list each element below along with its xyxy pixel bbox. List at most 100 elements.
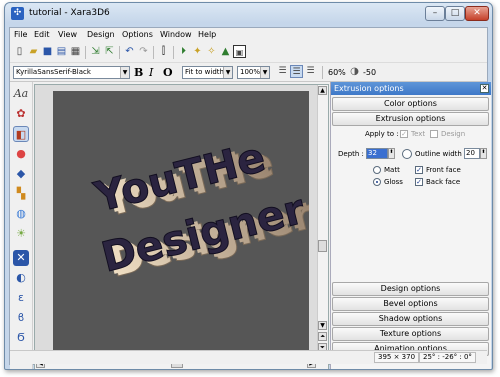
- fit-select[interactable]: Fit to width ▼: [182, 66, 233, 79]
- bevel-tool-icon[interactable]: ●: [13, 146, 29, 162]
- redo-icon[interactable]: ↷: [137, 45, 150, 58]
- bold-button[interactable]: B: [134, 66, 143, 79]
- import-icon[interactable]: ⇲: [89, 45, 102, 58]
- animation-tool-icon[interactable]: ◍: [13, 206, 29, 222]
- light-percent[interactable]: 60%: [328, 68, 346, 77]
- 3d-scene[interactable]: YouTHe YouTHe YouTHe Designer Designer D…: [53, 91, 319, 354]
- extrude-tool-icon[interactable]: ◧: [13, 126, 29, 142]
- toolbar-separator: [85, 46, 86, 59]
- light-direction-icon[interactable]: ◑: [348, 65, 361, 78]
- rotate-y-icon[interactable]: ◐: [13, 270, 29, 286]
- bevel-options-button[interactable]: Bevel options: [332, 297, 489, 311]
- color-palette-icon[interactable]: ✿: [13, 106, 29, 122]
- front-face-label: Front face: [426, 166, 461, 174]
- gloss-radio[interactable]: [373, 178, 381, 186]
- angle-value[interactable]: -50: [363, 68, 376, 77]
- color-options-button[interactable]: Color options: [332, 97, 489, 111]
- menu-window[interactable]: Window: [160, 30, 192, 39]
- toolbar-separator: [153, 46, 154, 59]
- zoom-select-value: 100%: [240, 68, 261, 76]
- maximize-button[interactable]: □: [445, 6, 465, 21]
- print-icon[interactable]: ▦: [69, 45, 82, 58]
- application-window: ✣ tutorial - Xara3D6 – □ ✕ File Edit Vie…: [4, 2, 493, 370]
- minimize-button[interactable]: –: [425, 6, 445, 21]
- format-toolbar: KyrillaSansSerif-Black ▼ B I O Fit to wi…: [10, 63, 487, 82]
- options-panel: Extrusion options ✕ Color options Extrus…: [330, 82, 491, 369]
- outline-width-input[interactable]: 20: [464, 148, 480, 159]
- canvas-size-readout: 395 × 370: [374, 352, 420, 363]
- chevron-down-icon: ▼: [260, 67, 269, 78]
- texture-tool-icon[interactable]: ▚: [13, 186, 29, 202]
- vertical-scrollbar[interactable]: ▲ ▼ ⏶ ⏷: [317, 85, 328, 369]
- menu-design[interactable]: Design: [87, 30, 115, 39]
- zoom-select[interactable]: 100% ▼: [237, 66, 270, 79]
- menu-edit[interactable]: Edit: [34, 30, 50, 39]
- rotate-x-icon[interactable]: ✕: [13, 250, 29, 266]
- export-icon[interactable]: ▤: [55, 45, 68, 58]
- magic-wand-icon[interactable]: ✧: [205, 45, 218, 58]
- shadow-tool-icon[interactable]: ◆: [13, 166, 29, 182]
- animate-icon[interactable]: ⏵: [177, 45, 190, 58]
- panel-title: Extrusion options: [334, 84, 404, 93]
- panel-header: Extrusion options ✕: [331, 82, 491, 95]
- outline-icon[interactable]: [402, 149, 412, 159]
- matt-radio[interactable]: [373, 166, 381, 174]
- outline-width-label: Outline width :: [415, 150, 467, 158]
- back-face-label: Back face: [426, 178, 461, 186]
- outline-spinner-icon[interactable]: ⬍: [480, 148, 487, 159]
- align-center-icon[interactable]: ☰: [290, 65, 303, 78]
- page-up-icon[interactable]: ⏶: [318, 332, 327, 341]
- design-options-button[interactable]: Design options: [332, 282, 489, 296]
- font-select[interactable]: KyrillaSansSerif-Black ▼: [13, 66, 130, 79]
- align-left-icon[interactable]: ☰: [276, 65, 289, 78]
- italic-button[interactable]: I: [149, 66, 153, 79]
- close-button[interactable]: ✕: [465, 6, 489, 21]
- gloss-label: Gloss: [384, 178, 403, 186]
- align-icon[interactable]: ⫿: [157, 45, 170, 58]
- menu-options[interactable]: Options: [122, 30, 153, 39]
- menu-help[interactable]: Help: [198, 30, 216, 39]
- extrusion-options-button[interactable]: Extrusion options: [332, 112, 489, 126]
- menu-view[interactable]: View: [58, 30, 77, 39]
- depth-input[interactable]: 32: [366, 148, 388, 159]
- texture-options-button[interactable]: Texture options: [332, 327, 489, 341]
- open-folder-icon[interactable]: ▰: [27, 45, 40, 58]
- lights-tool-icon[interactable]: ☀: [13, 226, 29, 242]
- frame-icon[interactable]: ▣: [233, 45, 246, 58]
- undo-icon[interactable]: ↶: [123, 45, 136, 58]
- scroll-down-icon[interactable]: ▼: [318, 321, 327, 330]
- app-icon: ✣: [11, 7, 24, 20]
- fit-select-value: Fit to width: [185, 68, 224, 76]
- menu-bar: File Edit View Design Options Window Hel…: [10, 28, 487, 42]
- canvas-area: YouTHe YouTHe YouTHe Designer Designer D…: [34, 84, 329, 369]
- toolbar-separator: [173, 46, 174, 59]
- window-title: tutorial - Xara3D6: [29, 8, 110, 18]
- 3d-text-graphic: YouTHe YouTHe YouTHe Designer Designer D…: [89, 132, 319, 287]
- close-panel-icon[interactable]: ✕: [480, 84, 489, 93]
- rotate-z-icon[interactable]: ε: [13, 290, 29, 306]
- rotation-readout: 25° : -26° : 0°: [419, 352, 476, 363]
- export-image-icon[interactable]: ⇱: [103, 45, 116, 58]
- toolbar-separator: [119, 46, 120, 59]
- text-tool-icon[interactable]: Aa: [13, 86, 29, 102]
- align-right-icon[interactable]: ☰: [304, 65, 317, 78]
- apply-text-checkbox[interactable]: ✓: [400, 130, 408, 138]
- scroll-up-icon[interactable]: ▲: [318, 86, 327, 95]
- front-face-checkbox[interactable]: ✓: [415, 166, 423, 174]
- outline-button[interactable]: O: [163, 66, 173, 79]
- apply-design-checkbox[interactable]: [430, 130, 438, 138]
- rotate-free-icon[interactable]: ϐ: [13, 310, 29, 326]
- light-bulb-icon[interactable]: ✦: [191, 45, 204, 58]
- rotate-lock-icon[interactable]: Ϭ: [13, 330, 29, 346]
- chevron-down-icon: ▼: [120, 67, 129, 78]
- menu-file[interactable]: File: [14, 30, 27, 39]
- scroll-thumb[interactable]: [318, 240, 327, 252]
- status-bar: 395 × 370 25° : -26° : 0°: [10, 350, 487, 364]
- matt-label: Matt: [384, 166, 400, 174]
- shadow-options-button[interactable]: Shadow options: [332, 312, 489, 326]
- save-icon[interactable]: ■: [41, 45, 54, 58]
- shapes-icon[interactable]: ▲: [219, 45, 232, 58]
- new-file-icon[interactable]: ▯: [13, 45, 26, 58]
- depth-spinner-icon[interactable]: ⬍: [388, 148, 395, 159]
- back-face-checkbox[interactable]: ✓: [415, 178, 423, 186]
